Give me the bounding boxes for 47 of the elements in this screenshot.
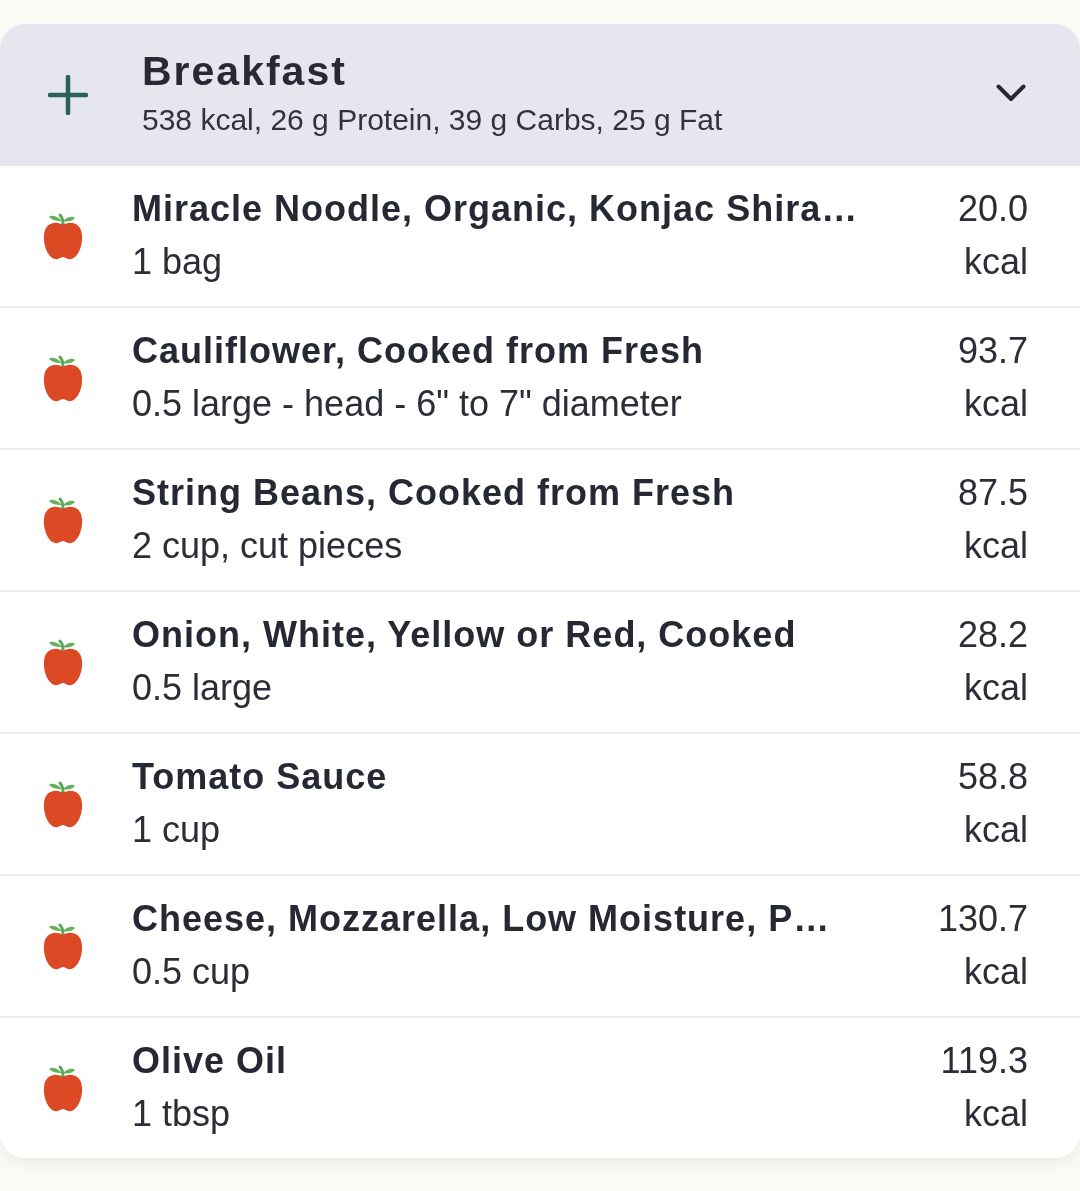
- meal-summary: 538 kcal, 26 g Protein, 39 g Carbs, 25 g Fat: [142, 102, 724, 138]
- apple-icon: [42, 921, 84, 971]
- apple-icon: [42, 495, 84, 545]
- food-row[interactable]: Olive Oil 1 tbsp 119.3 kcal: [0, 1016, 1080, 1158]
- food-name: Tomato Sauce: [132, 755, 389, 799]
- food-serving: 1 tbsp: [132, 1092, 232, 1136]
- food-serving: 0.5 large: [132, 666, 274, 710]
- apple-icon: [42, 1063, 84, 1113]
- calorie-value: 119.3: [940, 1039, 1028, 1083]
- calorie-value: 130.7: [937, 897, 1028, 941]
- food-row[interactable]: String Beans, Cooked from Fresh 2 cup, cut pieces 87.5 kcal: [0, 448, 1080, 590]
- food-name: Olive Oil: [132, 1039, 289, 1083]
- food-serving: 2 cup, cut pieces: [132, 524, 404, 568]
- food-serving: 1 bag: [132, 240, 224, 284]
- meal-header[interactable]: Breakfast 538 kcal, 26 g Protein, 39 g Carbs, 25 g Fat: [0, 24, 1080, 166]
- food-name: String Beans, Cooked from Fresh: [132, 471, 737, 515]
- calorie-value: 87.5: [957, 471, 1028, 515]
- food-serving: 1 cup: [132, 808, 222, 852]
- calorie-unit: kcal: [962, 382, 1028, 426]
- food-serving: 0.5 cup: [132, 950, 252, 994]
- food-row[interactable]: Onion, White, Yellow or Red, Cooked 0.5 large 28.2 kcal: [0, 590, 1080, 732]
- calorie-unit: kcal: [962, 1092, 1028, 1136]
- apple-icon: [42, 211, 84, 261]
- plus-icon[interactable]: [48, 75, 88, 115]
- calorie-value: 58.8: [957, 755, 1028, 799]
- food-row[interactable]: Miracle Noodle, Organic, Konjac Shira… 1 bag 20.0 kcal: [0, 166, 1080, 306]
- apple-icon: [42, 353, 84, 403]
- food-name: Cauliflower, Cooked from Fresh: [132, 329, 706, 373]
- calorie-unit: kcal: [962, 666, 1028, 710]
- meal-title: Breakfast: [142, 47, 348, 96]
- calorie-value: 28.2: [957, 613, 1028, 657]
- food-name: Cheese, Mozzarella, Low Moisture, P…: [132, 897, 832, 941]
- calorie-unit: kcal: [962, 240, 1028, 284]
- chevron-down-icon[interactable]: [996, 84, 1026, 102]
- calorie-value: 20.0: [957, 187, 1028, 231]
- food-row[interactable]: Cheese, Mozzarella, Low Moisture, P… 0.5 cup 130.7 kcal: [0, 874, 1080, 1016]
- calorie-unit: kcal: [962, 950, 1028, 994]
- food-name: Miracle Noodle, Organic, Konjac Shira…: [132, 187, 860, 231]
- calorie-unit: kcal: [962, 524, 1028, 568]
- food-name: Onion, White, Yellow or Red, Cooked: [132, 613, 798, 657]
- food-row[interactable]: Cauliflower, Cooked from Fresh 0.5 large - head - 6" to 7" diameter 93.7 kcal: [0, 306, 1080, 448]
- apple-icon: [42, 779, 84, 829]
- calorie-value: 93.7: [957, 329, 1028, 373]
- calorie-unit: kcal: [962, 808, 1028, 852]
- apple-icon: [42, 637, 84, 687]
- food-row[interactable]: Tomato Sauce 1 cup 58.8 kcal: [0, 732, 1080, 874]
- food-serving: 0.5 large - head - 6" to 7" diameter: [132, 382, 683, 426]
